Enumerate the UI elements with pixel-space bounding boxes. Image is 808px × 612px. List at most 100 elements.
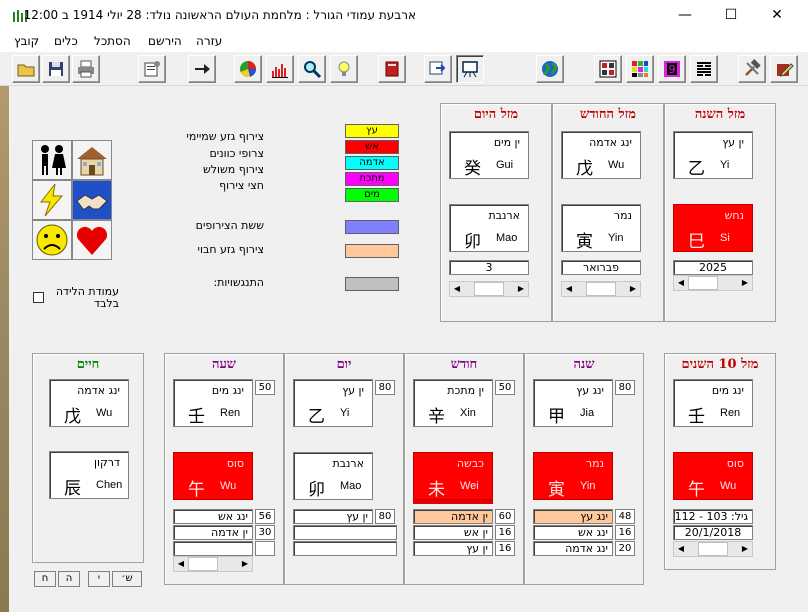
tab-sh[interactable]: ש׳ xyxy=(112,571,142,587)
month-hidden-1-value: 60 xyxy=(495,509,515,524)
menu-view[interactable]: הסתכל xyxy=(94,34,131,48)
legend-heavenly-stem-combo: צירוף גזע שמיימי xyxy=(186,130,264,143)
menu-file[interactable]: קובץ xyxy=(14,34,39,48)
scroll-right-icon[interactable]: ▶ xyxy=(738,542,752,556)
stem-hebrew: ינג אדמה xyxy=(589,136,632,149)
export-button[interactable] xyxy=(424,55,452,83)
year-luck-stem-card: ין עץ 乙 Yi xyxy=(673,131,753,179)
lightning-icon xyxy=(39,183,64,217)
tab-y[interactable]: י xyxy=(88,571,110,587)
year-luck-value: 2025 xyxy=(673,260,753,275)
year-hidden-1-value: 48 xyxy=(615,509,635,524)
month-pillar-title: חודש xyxy=(450,357,478,372)
book-button[interactable] xyxy=(378,55,406,83)
scroll-right-icon[interactable]: ▶ xyxy=(514,282,528,296)
hexagram-button[interactable] xyxy=(690,55,718,83)
stem-latin: Jia xyxy=(580,407,595,419)
year-luck-branch-card: נחש 巳 Si xyxy=(673,204,753,252)
day-luck-scrollbar[interactable]: ◀ ▶ xyxy=(449,281,529,297)
toolbar: 9 xyxy=(0,52,808,86)
stem-hanzi: 辛 xyxy=(428,407,445,427)
clash-marker xyxy=(413,500,493,504)
branch-hebrew: נחש xyxy=(724,209,744,222)
menu-help[interactable]: עזרה xyxy=(196,34,222,48)
scroll-left-icon[interactable]: ◀ xyxy=(174,557,188,571)
save-button[interactable] xyxy=(42,55,70,83)
scroll-right-icon[interactable]: ▶ xyxy=(738,276,752,290)
scroll-left-icon[interactable]: ◀ xyxy=(674,276,688,290)
hour-stem-card: ינג מים 壬 Ren xyxy=(173,379,253,427)
print-button[interactable] xyxy=(72,55,100,83)
month-hidden-2-value: 16 xyxy=(495,525,515,540)
decade-scrollbar[interactable]: ◀ ▶ xyxy=(673,541,753,557)
menu-register[interactable]: הירשם xyxy=(148,34,182,48)
minimize-button[interactable]: — xyxy=(662,0,708,32)
couple-button[interactable] xyxy=(32,140,72,180)
hour-scrollbar[interactable]: ◀ ▶ xyxy=(173,556,253,572)
menu-tools[interactable]: כלים xyxy=(54,34,78,48)
menu-bar: קובץ כלים הסתכל הירשם עזרה xyxy=(0,32,808,52)
stem-hebrew: ין מים xyxy=(493,136,520,149)
pie-chart-icon xyxy=(240,61,256,77)
year-luck-scrollbar[interactable]: ◀ ▶ xyxy=(673,275,753,291)
book-icon xyxy=(385,61,399,77)
edit-button[interactable] xyxy=(770,55,798,83)
open-folder-button[interactable] xyxy=(12,55,40,83)
grid-pillars-button[interactable] xyxy=(594,55,622,83)
scroll-thumb[interactable] xyxy=(474,282,504,296)
properties-button[interactable] xyxy=(138,55,166,83)
legend-six-combos: ששת הצירופים xyxy=(195,219,264,232)
hour-hidden-3-value xyxy=(255,541,275,556)
month-branch-card: כבשה 未 Wei xyxy=(413,452,493,500)
stem-latin: Ren xyxy=(720,407,741,419)
day-score: 80 xyxy=(375,380,395,395)
scroll-right-icon[interactable]: ▶ xyxy=(238,557,252,571)
scroll-right-icon[interactable]: ▶ xyxy=(626,282,640,296)
scroll-left-icon[interactable]: ◀ xyxy=(674,542,688,556)
tab-he[interactable]: ה xyxy=(58,571,80,587)
scroll-thumb[interactable] xyxy=(688,276,718,290)
color-grid-button[interactable] xyxy=(626,55,654,83)
stem-latin: Xin xyxy=(460,407,476,419)
presentation-icon xyxy=(462,61,478,78)
window-title: ארבעת עמודי הגורל : מלחמת העולם הראשונה … xyxy=(23,8,416,22)
lightning-button[interactable] xyxy=(32,180,72,220)
stem-hanzi: 壬 xyxy=(188,407,205,427)
pie-chart-button[interactable] xyxy=(234,55,262,83)
branch-hanzi: 未 xyxy=(428,480,445,500)
nine-star-button[interactable]: 9 xyxy=(658,55,686,83)
close-button[interactable]: ✕ xyxy=(754,0,800,32)
globe-button[interactable] xyxy=(536,55,564,83)
month-luck-title: מזל החודש xyxy=(580,107,636,122)
branch-hanzi: 卯 xyxy=(308,480,325,500)
export-icon xyxy=(429,61,446,75)
swatch-fire: אש xyxy=(345,140,399,154)
heart-button[interactable] xyxy=(72,220,112,260)
maximize-button[interactable]: ☐ xyxy=(708,0,754,32)
stem-hebrew: ינג מים xyxy=(711,384,744,397)
scroll-thumb[interactable] xyxy=(188,557,218,571)
tab-h[interactable]: ח xyxy=(34,571,56,587)
forward-button[interactable] xyxy=(188,55,216,83)
scroll-thumb[interactable] xyxy=(586,282,616,296)
idea-button[interactable] xyxy=(330,55,358,83)
scroll-left-icon[interactable]: ◀ xyxy=(450,282,464,296)
search-button[interactable] xyxy=(298,55,326,83)
legend-triple-combo: צירוף משולש xyxy=(202,163,264,176)
branch-hebrew: נמר xyxy=(613,209,632,222)
stem-hebrew: ין עץ xyxy=(342,384,364,397)
hour-hidden-1: ינג אש xyxy=(173,509,253,524)
legend-hidden-stem-combo: צירוף גזע חבוי xyxy=(197,243,264,256)
house-button[interactable] xyxy=(72,140,112,180)
scroll-left-icon[interactable]: ◀ xyxy=(562,282,576,296)
sad-face-button[interactable] xyxy=(32,220,72,260)
presentation-button[interactable] xyxy=(456,55,484,83)
scroll-thumb[interactable] xyxy=(698,542,728,556)
branch-latin: Yin xyxy=(580,480,596,492)
month-luck-scrollbar[interactable]: ◀ ▶ xyxy=(561,281,641,297)
hexagram-icon xyxy=(697,62,711,76)
handshake-button[interactable] xyxy=(72,180,112,220)
bar-chart-button[interactable] xyxy=(266,55,294,83)
birth-pillar-only-checkbox[interactable] xyxy=(33,292,44,303)
tools-button[interactable] xyxy=(738,55,766,83)
